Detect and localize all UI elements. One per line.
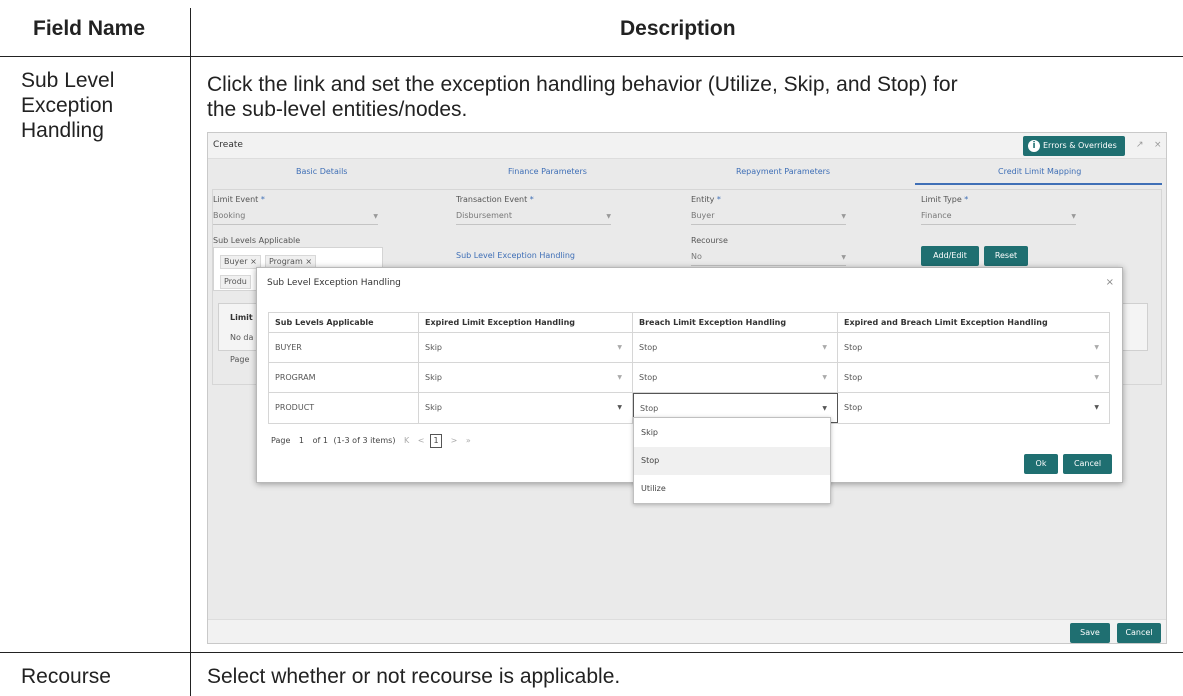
expired-breach-select[interactable]: Stop ▼ bbox=[838, 393, 1109, 423]
first-page-icon[interactable]: K bbox=[404, 436, 409, 445]
tab-basic-details[interactable]: Basic Details bbox=[296, 167, 347, 176]
breach-select[interactable]: Stop ▼ bbox=[633, 363, 838, 392]
option-utilize[interactable]: Utilize bbox=[634, 475, 830, 503]
breach-select[interactable]: Stop ▼ bbox=[633, 333, 838, 362]
grid-header-row: Sub Levels Applicable Expired Limit Exce… bbox=[269, 313, 1109, 333]
ok-button[interactable]: Ok bbox=[1024, 454, 1058, 474]
tab-finance-parameters[interactable]: Finance Parameters bbox=[508, 167, 587, 176]
footer-cancel-button[interactable]: Cancel bbox=[1117, 623, 1161, 643]
table-row: PROGRAM Skip ▼ Stop ▼ Stop ▼ bbox=[269, 363, 1109, 393]
minimize-icon[interactable]: ↗ bbox=[1136, 140, 1144, 150]
expired-breach-select[interactable]: Stop ▼ bbox=[838, 363, 1109, 392]
page-number[interactable]: 1 bbox=[299, 436, 304, 445]
doc-header-field: Field Name bbox=[33, 17, 146, 40]
modal-close-icon[interactable]: × bbox=[1106, 277, 1114, 288]
expired-select[interactable]: Skip ▼ bbox=[419, 333, 633, 362]
footer-bar: Save Cancel bbox=[208, 619, 1166, 643]
errors-overrides-label: Errors & Overrides bbox=[1043, 141, 1117, 150]
tab-repayment-parameters[interactable]: Repayment Parameters bbox=[736, 167, 830, 176]
doc-header-description: Description bbox=[620, 17, 736, 40]
chevron-down-icon: ▼ bbox=[822, 374, 827, 381]
current-page-box[interactable]: 1 bbox=[430, 434, 443, 448]
chevron-down-icon: ▼ bbox=[1094, 374, 1099, 381]
active-tab-indicator bbox=[915, 183, 1162, 185]
doc-row-rule bbox=[0, 652, 1183, 653]
modal-pager: Page 1 of 1 (1-3 of 3 items) K < 1 > » bbox=[271, 434, 471, 448]
exception-grid: Sub Levels Applicable Expired Limit Exce… bbox=[268, 312, 1110, 424]
option-skip[interactable]: Skip bbox=[634, 419, 830, 447]
doc-field-sub-level: Sub Level Exception Handling bbox=[21, 69, 115, 142]
header-expired-breach: Expired and Breach Limit Exception Handl… bbox=[844, 318, 1048, 327]
row-level: PRODUCT bbox=[269, 393, 419, 423]
chevron-down-icon: ▼ bbox=[617, 344, 622, 351]
chevron-down-icon: ▼ bbox=[1094, 344, 1099, 351]
expired-select[interactable]: Skip ▼ bbox=[419, 363, 633, 392]
window-title-bar: Create i Errors & Overrides ↗ × bbox=[208, 133, 1166, 159]
last-page-icon[interactable]: » bbox=[466, 436, 471, 445]
row-level: BUYER bbox=[269, 333, 419, 362]
expired-breach-select[interactable]: Stop ▼ bbox=[838, 333, 1109, 362]
breach-dropdown-list: Skip Stop Utilize bbox=[633, 417, 831, 504]
chevron-down-icon: ▼ bbox=[822, 344, 827, 351]
window-title: Create bbox=[213, 140, 243, 150]
app-screenshot: Create i Errors & Overrides ↗ × Basic De… bbox=[207, 132, 1167, 644]
tab-credit-limit-mapping[interactable]: Credit Limit Mapping bbox=[998, 167, 1081, 176]
prev-page-icon[interactable]: < bbox=[418, 436, 425, 445]
expired-select[interactable]: Skip ▼ bbox=[419, 393, 633, 423]
table-row: BUYER Skip ▼ Stop ▼ Stop ▼ bbox=[269, 333, 1109, 363]
option-stop[interactable]: Stop bbox=[634, 447, 830, 475]
info-icon: i bbox=[1028, 140, 1040, 152]
chevron-down-icon: ▼ bbox=[617, 404, 622, 411]
errors-overrides-button[interactable]: i Errors & Overrides bbox=[1023, 136, 1125, 156]
doc-header-rule bbox=[0, 56, 1183, 57]
save-button[interactable]: Save bbox=[1070, 623, 1110, 643]
modal-title: Sub Level Exception Handling bbox=[267, 278, 401, 288]
chevron-down-icon: ▼ bbox=[1094, 404, 1099, 411]
modal-cancel-button[interactable]: Cancel bbox=[1063, 454, 1112, 474]
header-expired: Expired Limit Exception Handling bbox=[419, 313, 633, 332]
next-page-icon[interactable]: > bbox=[451, 436, 458, 445]
doc-field-recourse: Recourse bbox=[21, 665, 111, 688]
doc-desc-recourse: Select whether or not recourse is applic… bbox=[207, 665, 621, 688]
header-breach: Breach Limit Exception Handling bbox=[633, 313, 838, 332]
doc-desc-sub-level: Click the link and set the exception han… bbox=[207, 73, 958, 121]
doc-column-divider bbox=[190, 56, 191, 696]
close-icon[interactable]: × bbox=[1154, 140, 1162, 150]
doc-column-divider-top bbox=[190, 8, 191, 56]
tab-bar: Basic Details Finance Parameters Repayme… bbox=[208, 159, 1166, 185]
header-sub-levels: Sub Levels Applicable bbox=[269, 313, 419, 332]
row-level: PROGRAM bbox=[269, 363, 419, 392]
chevron-down-icon: ▼ bbox=[617, 374, 622, 381]
